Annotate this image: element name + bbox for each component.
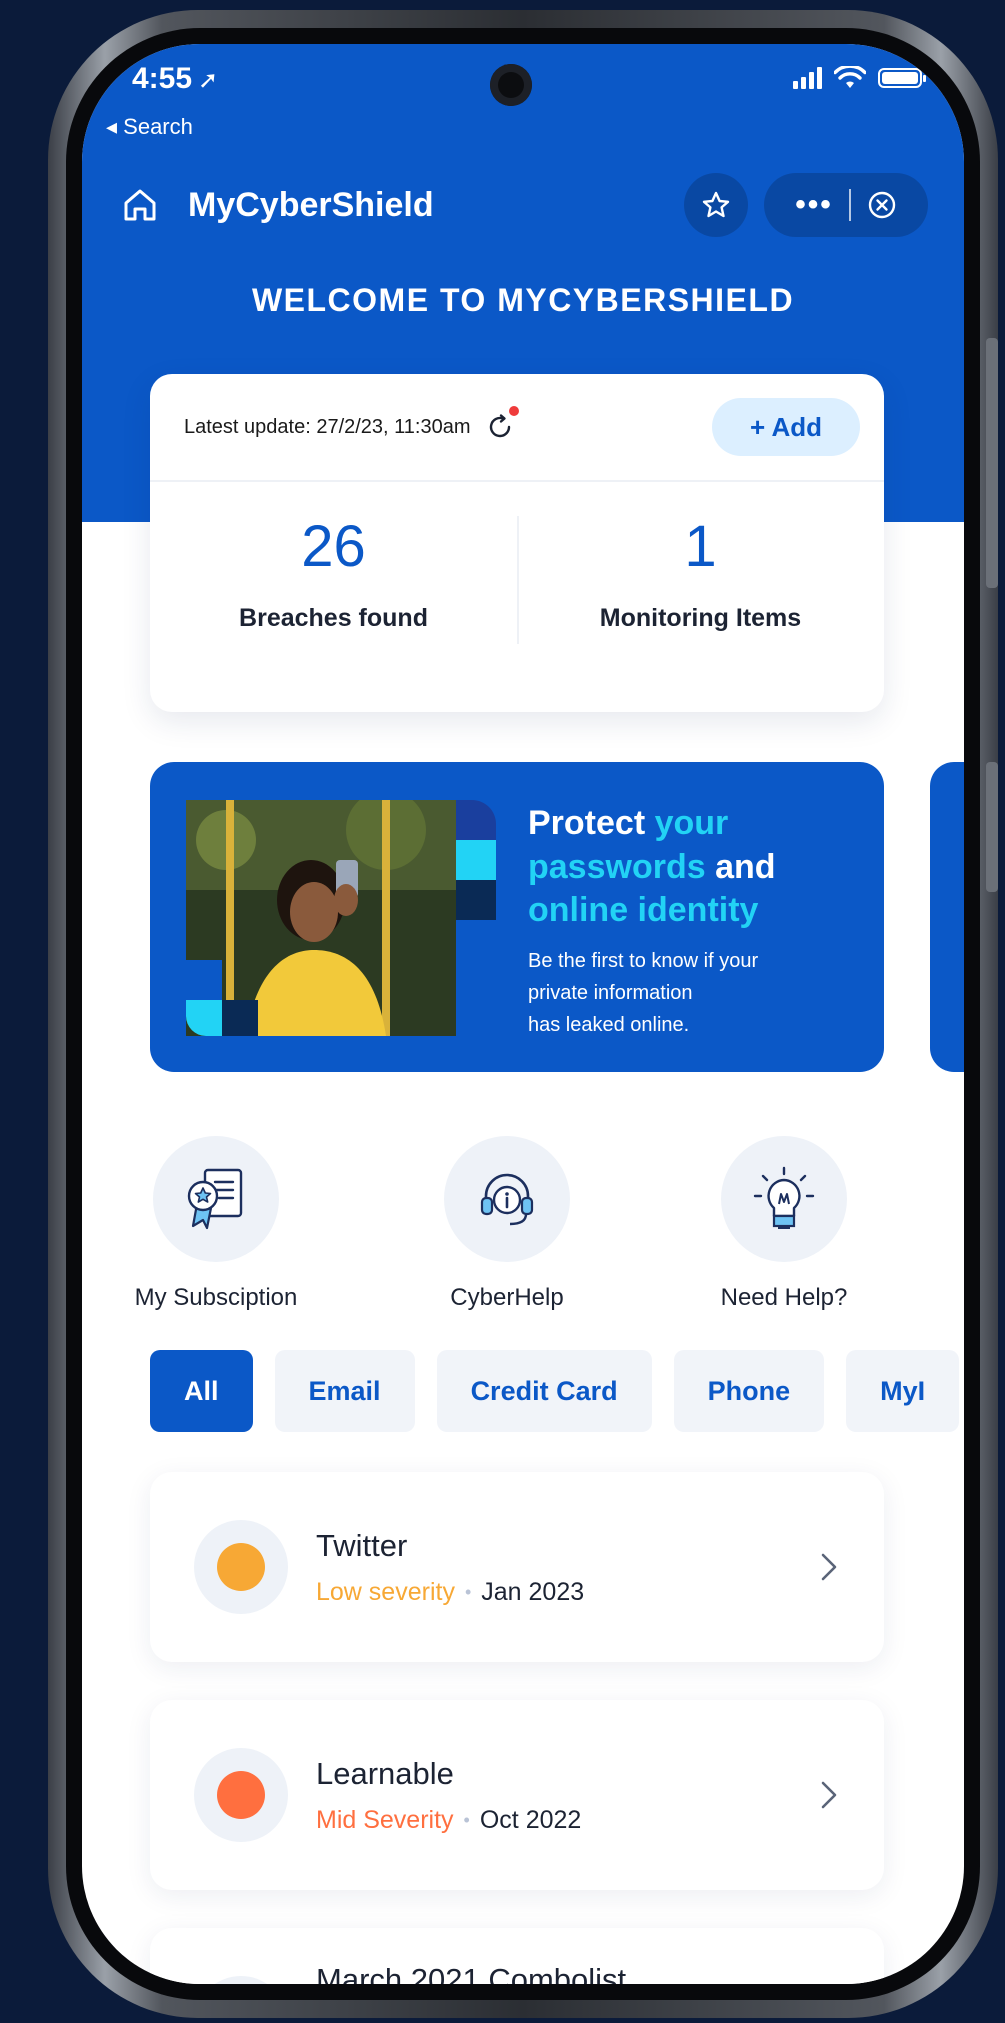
star-icon [702, 191, 730, 218]
stats-body: 26 Breaches found 1 Monitoring Items [150, 482, 884, 710]
my-subscription-button[interactable]: My Subsciption [106, 1136, 326, 1312]
add-button[interactable]: + Add [712, 398, 860, 456]
battery-icon [878, 68, 926, 88]
phone-bezel: 4:55 ➚ ◂ Search MyCyberShield ••• WELCOM… [66, 28, 980, 2000]
meta-separator: • [464, 1581, 472, 1602]
refresh-icon [489, 414, 510, 438]
severity-indicator [194, 1976, 288, 1984]
quick-action-label: Need Help? [720, 1284, 848, 1311]
quick-action-circle [153, 1136, 279, 1262]
chevron-right-icon [821, 1781, 837, 1809]
filter-chip-partial[interactable]: MyI [846, 1350, 960, 1432]
more-options-icon[interactable]: ••• [795, 188, 833, 222]
severity-dot [217, 1543, 265, 1591]
top-nav: MyCyberShield ••• [118, 172, 928, 238]
close-icon[interactable] [867, 190, 897, 220]
notification-dot [508, 406, 519, 416]
certificate-icon [187, 1168, 243, 1230]
promo-decor-shapes [456, 800, 496, 920]
quick-action-label: CyberHelp [450, 1284, 564, 1311]
severity-label: Mid Severity [316, 1805, 454, 1834]
severity-dot [217, 1771, 265, 1819]
welcome-heading: WELCOME TO MYCYBERSHIELD [251, 282, 795, 318]
need-help-button[interactable]: Need Help? [674, 1136, 894, 1312]
promo-sub-line: private information [528, 981, 693, 1004]
menu-close-pill: ••• [764, 173, 928, 237]
promo-text: Protect your passwords and online identi… [528, 802, 858, 1041]
nav-actions: ••• [684, 173, 928, 237]
breach-info: March 2021 Combolist [316, 1962, 626, 1984]
breach-meta: Low severity • Jan 2023 [316, 1578, 584, 1607]
stats-divider [517, 516, 519, 644]
front-camera [490, 64, 532, 106]
filter-chip-credit-card[interactable]: Credit Card [436, 1350, 652, 1432]
monitoring-label: Monitoring Items [599, 604, 802, 632]
filter-chip-phone[interactable]: Phone [673, 1350, 825, 1432]
status-icons [793, 66, 926, 90]
volume-button [986, 338, 998, 588]
promo-head-part: Protect [528, 804, 655, 842]
breach-item-twitter[interactable]: Twitter Low severity • Jan 2023 [150, 1472, 884, 1662]
refresh-button[interactable] [485, 406, 519, 442]
quick-actions: My Subsciption CyberHelp Need Help? [82, 1136, 964, 1336]
promo-subtext: Be the first to know if your private inf… [528, 945, 858, 1041]
next-promo-card[interactable] [930, 762, 964, 1072]
signal-icon [793, 67, 822, 89]
stats-card: Latest update: 27/2/23, 11:30am + Add 26… [150, 374, 884, 712]
breach-item-combolist[interactable]: March 2021 Combolist [150, 1928, 884, 1984]
promo-banner[interactable]: Protect your passwords and online identi… [150, 762, 884, 1072]
wifi-icon [834, 66, 866, 88]
severity-indicator [194, 1520, 288, 1614]
quick-action-circle [721, 1136, 847, 1262]
breaches-stat[interactable]: 26 Breaches found [150, 482, 517, 710]
back-label: Search [123, 114, 193, 139]
breach-date: Jan 2023 [481, 1577, 585, 1606]
home-icon[interactable] [118, 183, 162, 227]
promo-sub-line: has leaked online. [528, 1013, 690, 1036]
filter-chips: All Email Credit Card Phone MyI [150, 1350, 964, 1432]
severity-label: Low severity [316, 1577, 455, 1606]
app-title: MyCyberShield [188, 185, 434, 224]
favorite-button[interactable] [684, 173, 748, 237]
meta-separator: • [463, 1809, 470, 1830]
severity-indicator [194, 1748, 288, 1842]
breach-name: Twitter [316, 1527, 408, 1563]
pill-divider [848, 189, 851, 221]
power-button [986, 762, 998, 892]
status-time-text: 4:55 [132, 62, 193, 95]
promo-head-highlight: passwords [528, 847, 706, 886]
breach-meta: Mid Severity • Oct 2022 [316, 1806, 581, 1835]
stats-card-header: Latest update: 27/2/23, 11:30am + Add [150, 374, 884, 482]
promo-sub-line: Be the first to know if your [528, 949, 759, 972]
lightbulb-icon [753, 1166, 815, 1229]
phone-frame: 4:55 ➚ ◂ Search MyCyberShield ••• WELCOM… [48, 10, 998, 2018]
monitoring-stat[interactable]: 1 Monitoring Items [517, 482, 884, 710]
promo-head-part: and [705, 847, 776, 886]
breach-date: Oct 2022 [479, 1805, 582, 1834]
location-arrow-icon: ➚ [198, 67, 219, 94]
breach-info: Twitter Low severity • Jan 2023 [316, 1528, 584, 1607]
headset-info-icon [480, 1173, 534, 1226]
back-to-search-link[interactable]: ◂ Search [106, 114, 193, 140]
breaches-label: Breaches found [239, 604, 428, 632]
breaches-count: 26 [301, 514, 366, 579]
status-time: 4:55 ➚ [132, 62, 218, 96]
phone-screen: 4:55 ➚ ◂ Search MyCyberShield ••• WELCOM… [82, 44, 964, 1984]
promo-head-highlight: online identity [528, 891, 759, 930]
breach-info: Learnable Mid Severity • Oct 2022 [316, 1756, 581, 1835]
latest-update-text: Latest update: 27/2/23, 11:30am [184, 415, 471, 438]
breach-name: March 2021 Combolist [316, 1962, 627, 1984]
breach-name: Learnable [316, 1755, 454, 1791]
promo-photo [186, 800, 456, 1036]
monitoring-count: 1 [684, 514, 717, 579]
filter-chip-all[interactable]: All [150, 1350, 253, 1432]
breach-item-learnable[interactable]: Learnable Mid Severity • Oct 2022 [150, 1700, 884, 1890]
chevron-right-icon [821, 1553, 837, 1581]
filter-chip-email[interactable]: Email [274, 1350, 415, 1432]
quick-action-circle [444, 1136, 570, 1262]
quick-action-label: My Subsciption [134, 1284, 298, 1311]
promo-headline: Protect your passwords and online identi… [528, 802, 858, 933]
promo-head-highlight: your [654, 804, 729, 842]
cyberhelp-button[interactable]: CyberHelp [397, 1136, 617, 1312]
